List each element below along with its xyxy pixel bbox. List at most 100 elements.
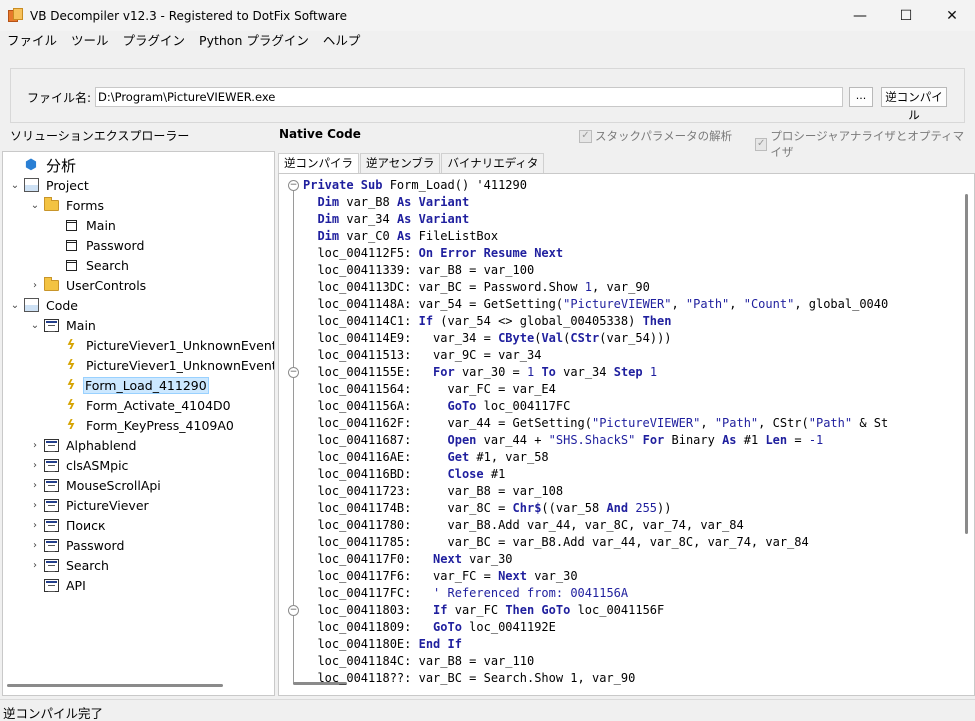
tab-decompiler[interactable]: 逆コンパイラ: [278, 153, 359, 174]
fold-toggle-icon[interactable]: −: [288, 605, 299, 616]
code-line: loc_004114C1: If (var_54 <> global_00405…: [303, 313, 671, 330]
code-keyword: If: [418, 314, 441, 328]
tree-item[interactable]: ⬢ 分析: [9, 155, 79, 175]
app-icon: [8, 7, 24, 24]
tree-item[interactable]: › clsASMpic: [29, 455, 131, 475]
code-keyword: GoTo: [433, 620, 470, 634]
code-line: loc_0041148A: var_54 = GetSetting("Pictu…: [303, 296, 888, 313]
tree-item[interactable]: ⌄ Main: [29, 315, 99, 335]
tree-horizontal-scrollbar[interactable]: [7, 684, 223, 687]
tree-item[interactable]: › Password: [29, 535, 127, 555]
tree-item[interactable]: › MouseScrollApi: [29, 475, 164, 495]
tree-item[interactable]: ⌄ Code: [9, 295, 81, 315]
tree-item[interactable]: ⌄ Forms: [29, 195, 107, 215]
code-text: ,: [700, 416, 715, 430]
proc-analyzer-checkbox[interactable]: ✓: [755, 137, 768, 151]
code-line: Dim var_B8 As Variant: [303, 194, 469, 211]
tree-item[interactable]: › Alphablend: [29, 435, 140, 455]
code-line: loc_00411564: var_FC = var_E4: [303, 381, 555, 398]
code-keyword: Len: [765, 433, 795, 447]
minimize-button[interactable]: —: [837, 0, 883, 31]
tree-item-label: MouseScrollApi: [66, 477, 161, 493]
expanded-chevron-icon[interactable]: ⌄: [9, 179, 21, 191]
menu-file[interactable]: ファイル: [0, 31, 64, 51]
stack-params-checkbox[interactable]: ✓: [579, 129, 592, 143]
file-panel: ファイル名: ... 逆コンパイル: [10, 68, 965, 123]
close-button[interactable]: ✕: [929, 0, 975, 31]
expanded-chevron-icon[interactable]: ⌄: [29, 319, 41, 331]
stack-params-option[interactable]: ✓ スタックパラメータの解析: [579, 128, 732, 144]
tree-item-label: Main: [66, 317, 96, 333]
code-keyword: For: [642, 433, 672, 447]
collapsed-chevron-icon[interactable]: ›: [29, 479, 41, 491]
solution-explorer-tree[interactable]: ⬢ 分析 ⌄ Project ⌄ Forms Main Password Search › User…: [2, 151, 275, 696]
proc-analyzer-option[interactable]: ✓ プロシージャアナライザとオプティマイザ: [755, 128, 975, 160]
code-keyword: Dim: [317, 195, 347, 209]
tree-item[interactable]: › PictureViever: [29, 495, 152, 515]
tree-item[interactable]: ϟ Form_Activate_4104D0: [49, 395, 234, 415]
tree-item[interactable]: Main: [49, 215, 119, 235]
collapsed-chevron-icon[interactable]: ›: [29, 279, 41, 291]
tree-item[interactable]: › Поиск: [29, 515, 109, 535]
code-literal: "Path": [685, 297, 730, 311]
tree-item[interactable]: ⌄ Project: [9, 175, 92, 195]
collapsed-chevron-icon[interactable]: ›: [29, 519, 41, 531]
collapsed-chevron-icon[interactable]: ›: [29, 459, 41, 471]
code-text: loc_00411513: var_9C = var_34: [303, 348, 542, 362]
expanded-chevron-icon[interactable]: ⌄: [9, 299, 21, 311]
tab-disassembler[interactable]: 逆アセンブラ: [360, 153, 441, 173]
menu-plugins[interactable]: プラグイン: [116, 31, 193, 51]
tree-item[interactable]: API: [29, 575, 89, 595]
menu-help[interactable]: ヘルプ: [316, 31, 368, 51]
tree-item-label: Поиск: [66, 517, 106, 533]
code-text: ,: [671, 297, 686, 311]
tree-item[interactable]: Search: [49, 255, 132, 275]
code-line: loc_004117F0: Next var_30: [303, 551, 512, 568]
tree-item[interactable]: ϟ PictureViever1_UnknownEvent_A_: [49, 355, 274, 375]
tree-item[interactable]: › Search: [29, 555, 112, 575]
collapsed-chevron-icon[interactable]: ›: [29, 539, 41, 551]
vertical-scrollbar[interactable]: [965, 194, 968, 534]
code-editor[interactable]: − Private Sub Form_Load() '411290 Dim var…: [278, 173, 975, 696]
code-text: loc_004114C1:: [303, 314, 419, 328]
fold-toggle-icon[interactable]: −: [288, 367, 299, 378]
collapsed-chevron-icon[interactable]: ›: [29, 499, 41, 511]
code-keyword: Open: [447, 433, 484, 447]
code-keyword: If: [433, 603, 455, 617]
collapsed-chevron-icon[interactable]: ›: [29, 559, 41, 571]
decompile-button[interactable]: 逆コンパイル: [881, 87, 947, 122]
expanded-chevron-icon[interactable]: ⌄: [29, 199, 41, 211]
menu-python-plugins[interactable]: Python プラグイン: [192, 31, 316, 51]
tree-item[interactable]: Password: [49, 235, 147, 255]
code-keyword: Private Sub: [303, 178, 390, 192]
collapsed-chevron-icon[interactable]: ›: [29, 439, 41, 451]
tree-item[interactable]: ϟ Form_KeyPress_4109A0: [49, 415, 237, 435]
code-text: loc_004116AE:: [303, 450, 448, 464]
code-text: ,: [729, 297, 744, 311]
code-text: loc_0041192E: [469, 620, 556, 634]
tree-item[interactable]: › UserControls: [29, 275, 149, 295]
fold-toggle-icon[interactable]: −: [288, 180, 299, 191]
code-keyword: Dim: [317, 212, 347, 226]
menu-tools[interactable]: ツール: [64, 31, 116, 51]
module-icon: [43, 477, 59, 493]
code-text: loc_00411803:: [303, 603, 434, 617]
code-text: loc_00411687:: [303, 433, 448, 447]
code-text: =: [794, 433, 809, 447]
browse-button[interactable]: ...: [849, 87, 873, 107]
code-line: loc_00411780: var_B8.Add var_44, var_8C,…: [303, 517, 743, 534]
code-text: loc_004117FC: [483, 399, 571, 413]
tab-binary-editor[interactable]: バイナリエディタ: [441, 153, 545, 173]
file-path-input[interactable]: [95, 87, 843, 107]
folder-icon: [43, 196, 59, 213]
tree-item[interactable]: ϟ PictureViever1_UnknownEvent_9_: [49, 335, 274, 355]
code-text: , global_0040: [794, 297, 889, 311]
code-text: loc_0041162F: var_44 = GetSetting(: [303, 416, 592, 430]
maximize-button[interactable]: ☐: [883, 0, 929, 31]
tree-item[interactable]: ϟ Form_Load_411290: [49, 375, 209, 395]
